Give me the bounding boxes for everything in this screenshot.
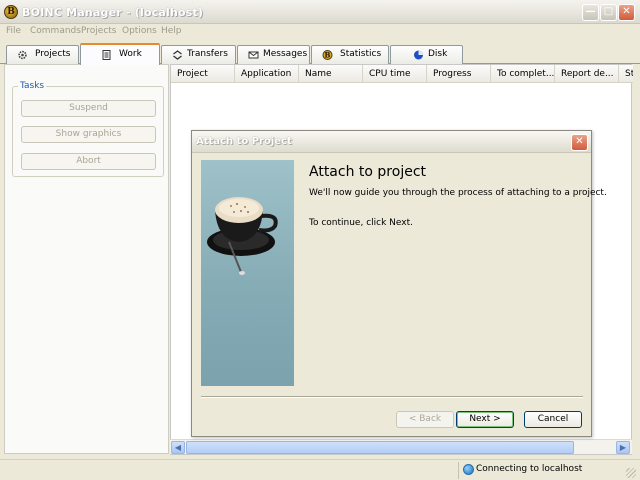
abort-button[interactable]: Abort bbox=[21, 153, 156, 170]
dialog-intro-text: We'll now guide you through the process … bbox=[309, 188, 607, 198]
boinc-app-icon[interactable]: B bbox=[4, 5, 18, 19]
wizard-image bbox=[201, 160, 294, 386]
column-report-deadline[interactable]: Report de... bbox=[555, 65, 619, 83]
document-icon bbox=[102, 50, 111, 60]
suspend-button[interactable]: Suspend bbox=[21, 100, 156, 117]
tasks-group: Tasks Suspend Show graphics Abort bbox=[12, 81, 164, 177]
tab-label: Transfers bbox=[187, 49, 228, 59]
column-cpu-time[interactable]: CPU time bbox=[363, 65, 427, 83]
tab-projects[interactable]: Projects bbox=[6, 45, 79, 64]
tab-label: Statistics bbox=[340, 49, 382, 59]
window-title: BOINC Manager - (localhost) bbox=[22, 6, 204, 19]
tab-label: Projects bbox=[35, 49, 71, 59]
resize-grip[interactable] bbox=[626, 468, 636, 478]
column-project[interactable]: Project bbox=[171, 65, 235, 83]
dialog-divider bbox=[201, 396, 583, 398]
menu-commands[interactable]: Commands bbox=[30, 26, 81, 36]
menu-help[interactable]: Help bbox=[161, 26, 182, 36]
show-graphics-button[interactable]: Show graphics bbox=[21, 126, 156, 143]
tab-label: Work bbox=[119, 49, 142, 59]
scroll-left-button[interactable]: ◀ bbox=[171, 441, 185, 454]
attach-project-dialog: Attach to Project ✕ Attach to project We… bbox=[191, 130, 607, 437]
horizontal-scrollbar[interactable]: ◀ ▶ bbox=[170, 439, 632, 454]
tasks-legend: Tasks bbox=[18, 81, 47, 91]
maximize-button[interactable]: □ bbox=[600, 4, 617, 21]
envelope-icon bbox=[248, 51, 259, 59]
column-application[interactable]: Application bbox=[235, 65, 299, 83]
column-progress[interactable]: Progress bbox=[427, 65, 491, 83]
tab-label: Disk bbox=[428, 49, 448, 59]
tab-disk[interactable]: Disk bbox=[390, 45, 463, 64]
list-header: Project Application Name CPU time Progre… bbox=[171, 65, 633, 83]
next-button[interactable]: Next > bbox=[456, 411, 514, 428]
dialog-close-button[interactable]: ✕ bbox=[571, 134, 588, 151]
minimize-button[interactable]: — bbox=[582, 4, 599, 21]
menu-bar: File Commands Projects Options Help bbox=[0, 24, 640, 40]
title-bar: B BOINC Manager - (localhost) — □ ✕ bbox=[0, 0, 640, 24]
svg-text:B: B bbox=[325, 51, 331, 60]
pie-icon bbox=[414, 50, 423, 60]
dialog-heading: Attach to project bbox=[309, 164, 427, 180]
status-bar: Connecting to localhost bbox=[0, 459, 640, 480]
close-button[interactable]: ✕ bbox=[618, 4, 635, 21]
column-name[interactable]: Name bbox=[299, 65, 363, 83]
gear-icon bbox=[18, 50, 27, 60]
scroll-thumb[interactable] bbox=[186, 441, 574, 454]
tab-transfers[interactable]: Transfers bbox=[161, 45, 236, 64]
scroll-right-button[interactable]: ▶ bbox=[616, 441, 630, 454]
column-state[interactable]: St bbox=[619, 65, 633, 83]
menu-projects[interactable]: Projects bbox=[81, 26, 116, 36]
tab-label: Messages bbox=[263, 49, 308, 59]
tab-bar: Projects Work Transfers Messages B Stati… bbox=[0, 40, 640, 65]
connection-status: Connecting to localhost bbox=[476, 464, 583, 474]
boinc-icon: B bbox=[322, 50, 333, 60]
cancel-button[interactable]: Cancel bbox=[524, 411, 582, 428]
dialog-instruction-text: To continue, click Next. bbox=[309, 218, 413, 228]
task-panel: Tasks Suspend Show graphics Abort bbox=[4, 64, 169, 454]
connection-icon bbox=[463, 464, 474, 475]
dialog-title-bar: Attach to Project ✕ bbox=[192, 131, 591, 153]
tab-work[interactable]: Work bbox=[80, 43, 160, 65]
coffee-cup-icon bbox=[207, 197, 278, 275]
menu-file[interactable]: File bbox=[6, 26, 21, 36]
transfer-icon bbox=[173, 50, 182, 60]
status-separator bbox=[458, 462, 459, 479]
column-to-completion[interactable]: To complet... bbox=[491, 65, 555, 83]
menu-options[interactable]: Options bbox=[122, 26, 157, 36]
tab-statistics[interactable]: B Statistics bbox=[311, 45, 389, 64]
back-button[interactable]: < Back bbox=[396, 411, 454, 428]
dialog-title: Attach to Project bbox=[196, 136, 292, 147]
tab-messages[interactable]: Messages bbox=[237, 45, 310, 64]
